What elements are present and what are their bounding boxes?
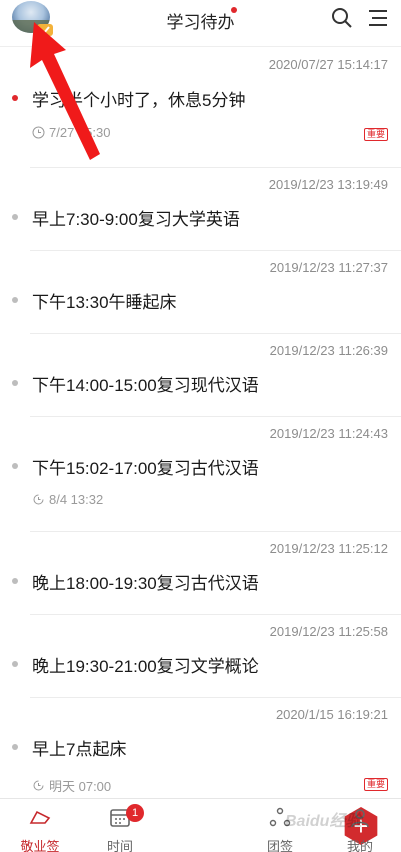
tab-label: 敬业签 <box>20 839 60 852</box>
bullet-dot <box>12 661 18 667</box>
timestamp: 2020/07/27 15:14:17 <box>268 57 388 72</box>
reminder: 7/27 15:30 <box>32 125 110 140</box>
reminder: 明天 07:00 <box>32 776 111 795</box>
important-tag: 重要 <box>363 778 388 791</box>
tab-sign[interactable]: 敬业签 <box>0 799 80 852</box>
top-bar: 学习待办 <box>0 0 401 47</box>
tab-label: 我的 <box>346 839 373 852</box>
bullet-dot <box>12 297 18 303</box>
reminder-time: 明天 07:00 <box>49 779 112 794</box>
menu-icon <box>369 10 387 26</box>
todo-title: 晚上18:00-19:30复习古代汉语 <box>32 574 259 593</box>
bullet-dot <box>12 214 18 220</box>
menu-button[interactable] <box>366 6 390 30</box>
timestamp: 2019/12/23 11:25:12 <box>269 541 388 556</box>
watermark: Baidu经验 <box>285 813 362 830</box>
bullet-dot <box>12 380 18 386</box>
timestamp: 2019/12/23 11:24:43 <box>269 426 388 441</box>
clock-icon <box>32 126 45 139</box>
search-button[interactable] <box>330 6 354 30</box>
reminder-time: 8/4 13:32 <box>49 492 104 507</box>
list-item[interactable]: 2019/12/23 11:27:37 下午13:30午睡起床 <box>0 251 401 334</box>
important-tag: 重要 <box>363 128 388 141</box>
bullet-dot <box>12 578 18 584</box>
unread-dot <box>231 7 237 13</box>
timestamp: 2019/12/23 11:26:39 <box>269 343 388 358</box>
todo-title: 学习半个小时了，休息5分钟 <box>32 91 246 110</box>
bullet-dot <box>12 463 18 469</box>
list-item[interactable]: 2019/12/23 13:19:49 早上7:30-9:00复习大学英语 <box>0 168 401 251</box>
list-item[interactable]: 2019/12/23 11:25:12 晚上18:00-19:30复习古代汉语 <box>0 532 401 615</box>
list-item[interactable]: 2019/12/23 11:24:43 下午15:02-17:00复习古代汉语 … <box>0 417 401 532</box>
timestamp: 2019/12/23 11:25:58 <box>269 624 388 639</box>
list-item[interactable]: 2019/12/23 11:25:58 晚上19:30-21:00复习文学概论 <box>0 615 401 698</box>
todo-title: 早上7点起床 <box>32 740 127 759</box>
bottom-tab-bar: 敬业签 1 时间 + 团签 我的 Baidu经验 <box>0 798 401 852</box>
tab-time[interactable]: 1 时间 <box>80 799 160 852</box>
timestamp: 2020/1/15 16:19:21 <box>275 707 388 722</box>
tab-label: 团签 <box>266 839 293 852</box>
todo-title: 下午15:02-17:00复习古代汉语 <box>32 459 259 478</box>
repeat-clock-icon <box>33 494 44 505</box>
list-item[interactable]: 2020/07/27 15:14:17 学习半个小时了，休息5分钟 7/27 1… <box>0 48 401 168</box>
todo-title: 早上7:30-9:00复习大学英语 <box>32 210 240 229</box>
timestamp: 2019/12/23 13:19:49 <box>268 177 388 192</box>
tab-label: 时间 <box>106 839 133 852</box>
tab-add[interactable]: + <box>160 799 378 852</box>
search-icon <box>332 8 352 28</box>
repeat-clock-icon <box>33 780 44 791</box>
todo-title: 下午14:00-15:00复习现代汉语 <box>32 376 259 395</box>
reminder: 8/4 13:32 <box>32 492 103 507</box>
sign-icon <box>29 810 51 824</box>
bullet-dot <box>12 744 18 750</box>
todo-title: 晚上19:30-21:00复习文学概论 <box>32 657 259 676</box>
notification-badge: 1 <box>126 804 144 822</box>
list-item[interactable]: 2020/1/15 16:19:21 早上7点起床 明天 07:00 重要 <box>0 698 401 798</box>
todo-title: 下午13:30午睡起床 <box>32 293 177 312</box>
bullet-dot <box>12 95 18 101</box>
reminder-time: 7/27 15:30 <box>49 125 111 140</box>
list-item[interactable]: 2019/12/23 11:26:39 下午14:00-15:00复习现代汉语 <box>0 334 401 417</box>
timestamp: 2019/12/23 11:27:37 <box>269 260 388 275</box>
